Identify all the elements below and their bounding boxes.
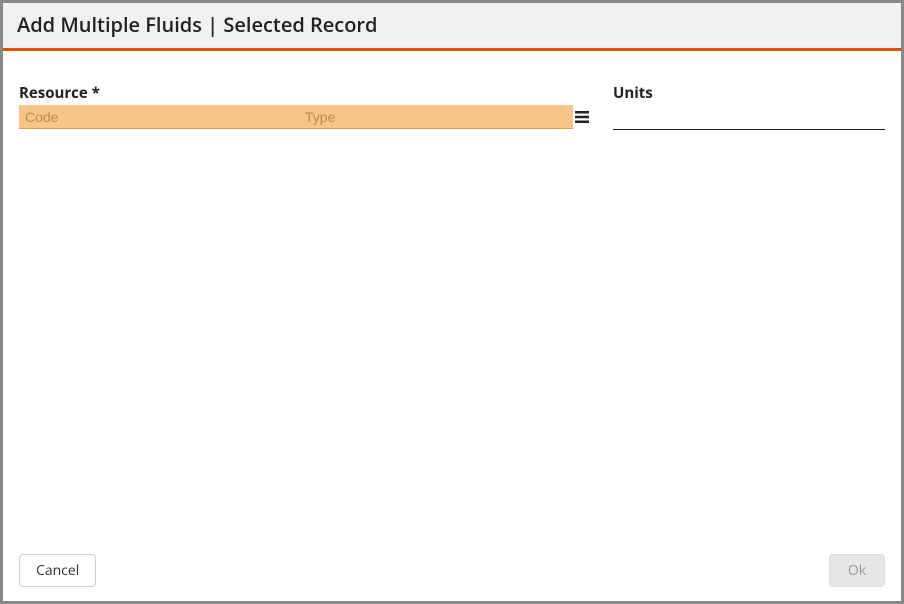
- resource-type-input[interactable]: [299, 105, 573, 128]
- units-field-group: Units: [613, 83, 885, 130]
- resource-code-input[interactable]: [19, 105, 299, 128]
- dialog-header: Add Multiple Fluids | Selected Record: [3, 3, 901, 51]
- resource-label: Resource *: [19, 83, 589, 103]
- dialog-footer: Cancel Ok: [3, 544, 901, 601]
- cancel-button[interactable]: Cancel: [19, 554, 96, 587]
- resource-menu-button[interactable]: [573, 105, 589, 129]
- dialog: Add Multiple Fluids | Selected Record Re…: [2, 2, 902, 602]
- resource-field-group: Resource *: [19, 83, 589, 129]
- units-input[interactable]: [613, 106, 885, 130]
- resource-row: [19, 105, 589, 129]
- dialog-body: Resource * Units: [3, 51, 901, 544]
- hamburger-icon: [575, 111, 589, 123]
- dialog-title: Add Multiple Fluids | Selected Record: [17, 11, 887, 38]
- resource-inputs-wrapper: [19, 105, 573, 129]
- ok-button[interactable]: Ok: [829, 554, 885, 587]
- units-label: Units: [613, 83, 885, 103]
